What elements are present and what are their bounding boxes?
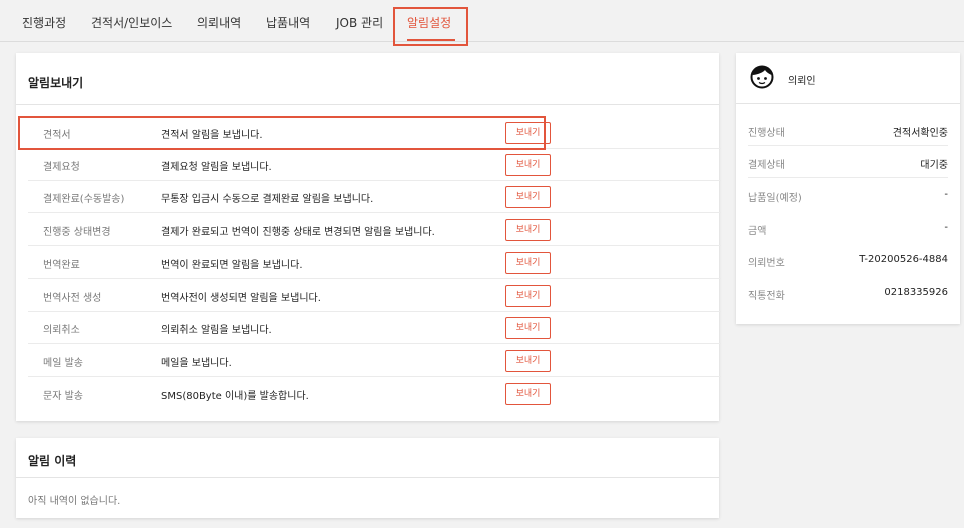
tab-quote-invoice[interactable]: 견적서/인보이스 [91, 14, 172, 31]
tab-progress[interactable]: 진행과정 [22, 14, 66, 31]
divider [736, 103, 960, 104]
notification-row-dictionary-created: 번역사전 생성 번역사전이 생성되면 알림을 보냅니다. 보내기 [28, 280, 721, 312]
row-divider [28, 278, 721, 279]
row-name: 의뢰취소 [43, 325, 80, 336]
row-description: 무통장 입금시 수동으로 결제완료 알림을 보냅니다. [161, 194, 374, 205]
info-label: 금액 [748, 226, 767, 237]
row-description: 메일을 보냅니다. [161, 358, 232, 369]
row-divider [28, 212, 721, 213]
send-button[interactable]: 보내기 [505, 350, 551, 372]
notification-row-in-progress: 진행중 상태변경 결제가 완료되고 번역이 진행중 상태로 변경되면 알림을 보… [28, 214, 721, 246]
row-divider [28, 376, 721, 377]
requester-label: 의뢰인 [788, 76, 816, 87]
tab-notification-settings[interactable]: 알림설정 [407, 14, 451, 31]
info-delivery-date: 납품일(예정) - [748, 179, 948, 211]
row-divider [748, 177, 948, 178]
info-value: - [944, 222, 948, 233]
send-button[interactable]: 보내기 [505, 285, 551, 307]
info-label: 진행상태 [748, 128, 785, 139]
row-description: 번역사전이 생성되면 알림을 보냅니다. [161, 293, 321, 304]
requester-panel: 의뢰인 진행상태 견적서확인중 결제상태 대기중 납품일(예정) - 금액 - … [736, 53, 960, 324]
card-title: 알림보내기 [28, 76, 84, 90]
row-name: 진행중 상태변경 [43, 227, 111, 238]
info-value: T-20200526-4884 [859, 254, 948, 265]
face-icon [750, 65, 774, 89]
info-value: - [944, 189, 948, 200]
row-description: 견적서 알림을 보냅니다. [161, 130, 263, 141]
divider [16, 104, 719, 105]
send-notification-card: 알림보내기 견적서 견적서 알림을 보냅니다. 보내기 결제요청 결제요청 알림… [16, 53, 721, 421]
tab-bar: 진행과정 견적서/인보이스 의뢰내역 납품내역 JOB 관리 알림설정 [0, 0, 964, 42]
info-label: 결제상태 [748, 160, 785, 171]
send-button[interactable]: 보내기 [505, 219, 551, 241]
row-description: 결제요청 알림을 보냅니다. [161, 162, 272, 173]
info-label: 납품일(예정) [748, 193, 802, 204]
row-name: 번역사전 생성 [43, 293, 102, 304]
notification-row-request-cancel: 의뢰취소 의뢰취소 알림을 보냅니다. 보내기 [28, 312, 721, 344]
row-description: 번역이 완료되면 알림을 보냅니다. [161, 260, 303, 271]
info-request-number: 의뢰번호 T-20200526-4884 [748, 244, 948, 276]
empty-history-text: 아직 내역이 없습니다. [28, 496, 121, 507]
row-name: 메일 발송 [43, 358, 83, 369]
row-description: 의뢰취소 알림을 보냅니다. [161, 325, 272, 336]
tab-delivery-history[interactable]: 납품내역 [266, 14, 310, 31]
info-amount: 금액 - [748, 212, 948, 244]
card-title: 알림 이력 [28, 454, 77, 468]
notification-row-payment-complete: 결제완료(수동발송) 무통장 입금시 수동으로 결제완료 알림을 보냅니다. 보… [28, 181, 721, 213]
notification-row-send-sms: 문자 발송 SMS(80Byte 이내)를 발송합니다. 보내기 [28, 378, 721, 410]
info-label: 직통전화 [748, 291, 785, 302]
info-progress-status: 진행상태 견적서확인중 [748, 114, 948, 146]
tab-request-history[interactable]: 의뢰내역 [197, 14, 241, 31]
notification-row-quote: 견적서 견적서 알림을 보냅니다. 보내기 [28, 117, 721, 149]
row-description: SMS(80Byte 이내)를 발송합니다. [161, 391, 309, 402]
send-button[interactable]: 보내기 [505, 383, 551, 405]
row-divider [28, 245, 721, 246]
row-name: 견적서 [43, 130, 71, 141]
row-name: 문자 발송 [43, 391, 83, 402]
send-button[interactable]: 보내기 [505, 186, 551, 208]
info-value: 견적서확인중 [892, 128, 948, 139]
notification-row-payment-request: 결제요청 결제요청 알림을 보냅니다. 보내기 [28, 149, 721, 181]
row-description: 결제가 완료되고 번역이 진행중 상태로 변경되면 알림을 보냅니다. [161, 227, 435, 238]
info-payment-status: 결제상태 대기중 [748, 146, 948, 178]
info-value: 0218335926 [884, 287, 948, 298]
notification-history-card: 알림 이력 아직 내역이 없습니다. [16, 438, 719, 518]
row-name: 번역완료 [43, 260, 80, 271]
row-name: 결제완료(수동발송) [43, 194, 125, 205]
send-button[interactable]: 보내기 [505, 252, 551, 274]
send-button[interactable]: 보내기 [505, 122, 551, 144]
info-value: 대기중 [920, 160, 948, 171]
row-name: 결제요청 [43, 162, 80, 173]
info-label: 의뢰번호 [748, 258, 785, 269]
tab-job-management[interactable]: JOB 관리 [336, 14, 383, 31]
row-divider [28, 343, 721, 344]
send-button[interactable]: 보내기 [505, 154, 551, 176]
send-button[interactable]: 보내기 [505, 317, 551, 339]
active-tab-indicator [407, 39, 455, 41]
notification-row-send-mail: 메일 발송 메일을 보냅니다. 보내기 [28, 345, 721, 377]
divider [16, 477, 719, 478]
info-direct-phone: 직통전화 0218335926 [748, 277, 948, 309]
notification-row-translation-complete: 번역완료 번역이 완료되면 알림을 보냅니다. 보내기 [28, 247, 721, 279]
